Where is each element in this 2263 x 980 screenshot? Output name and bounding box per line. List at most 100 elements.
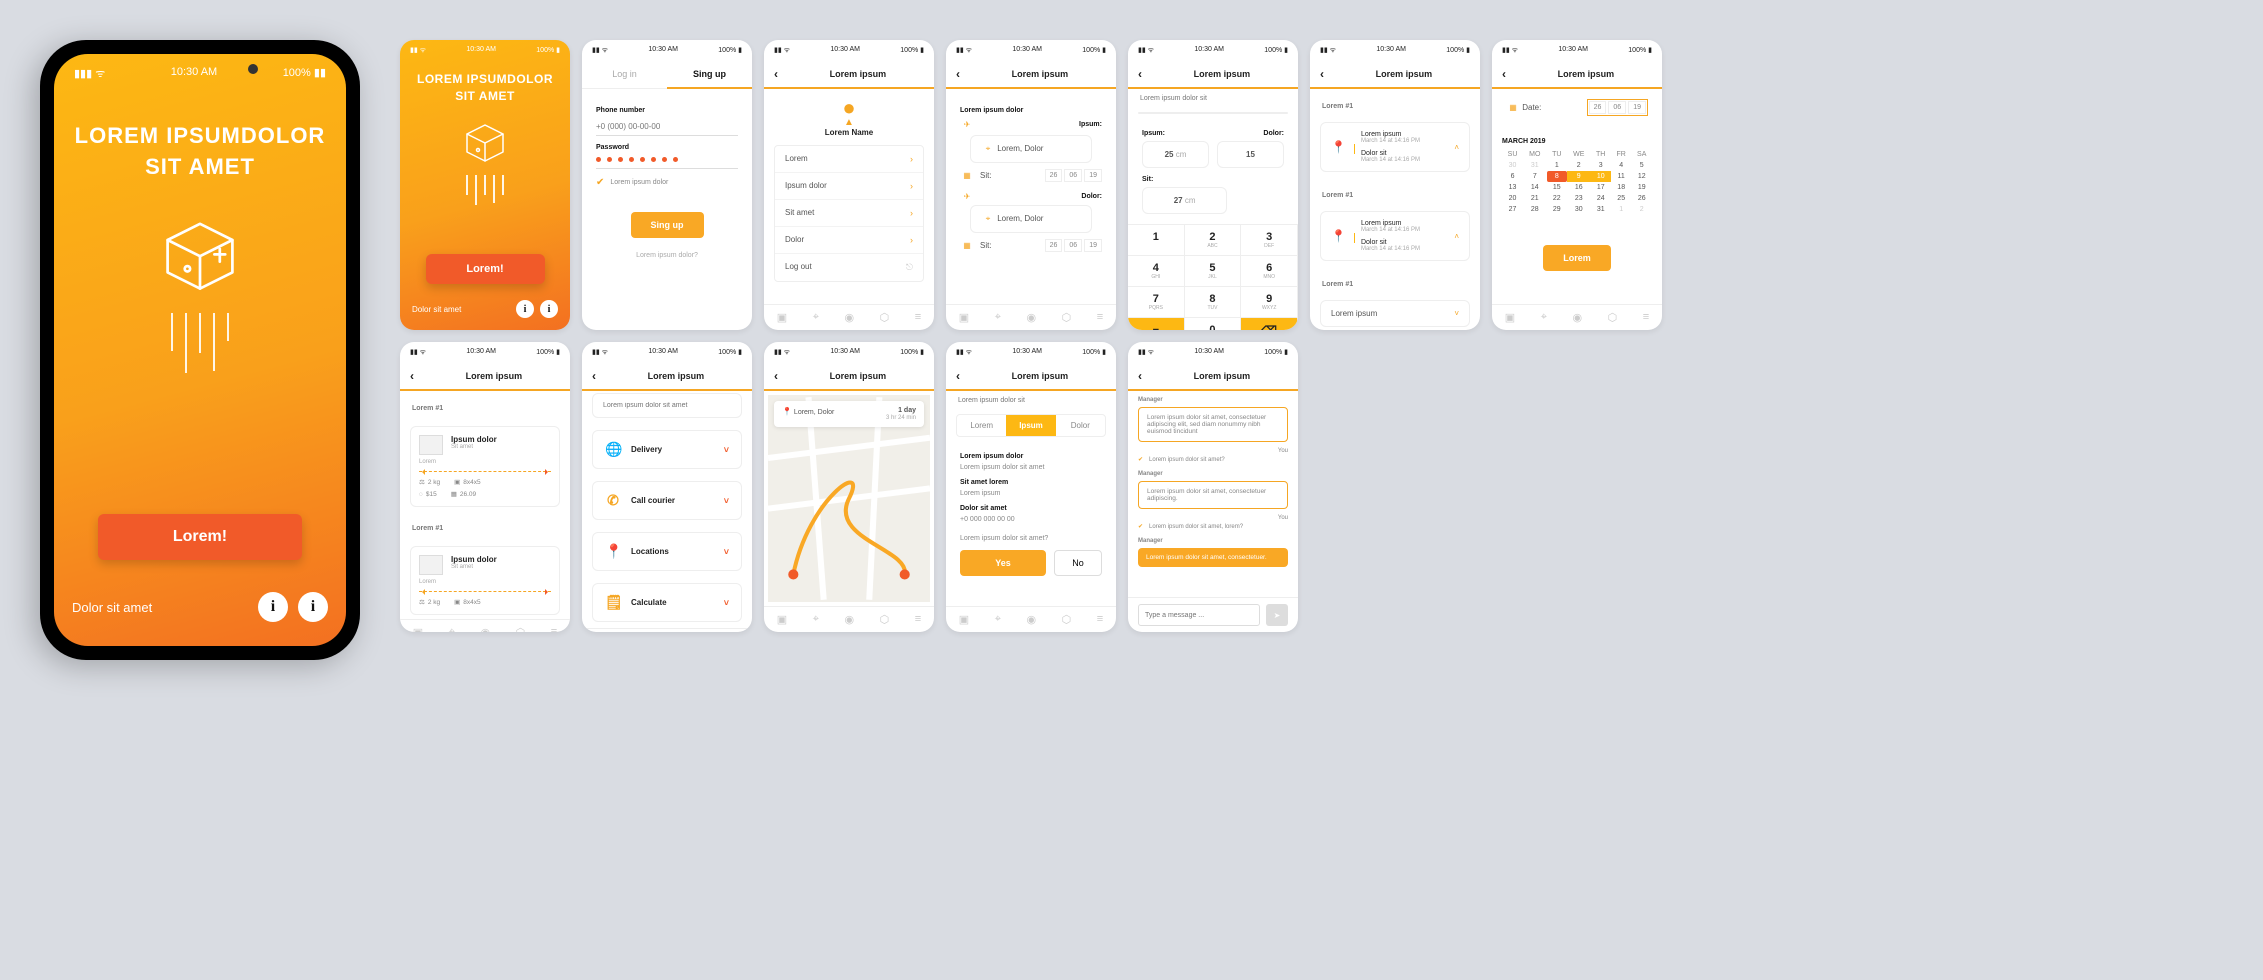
chevron-down-icon: ˅ bbox=[724, 445, 729, 455]
chat-screen: ▮▮ ᯤ10:30 AM100% ▮ ‹Lorem ipsum Manager … bbox=[1128, 342, 1298, 632]
delivery-icon: 🌐 bbox=[605, 441, 621, 458]
date-display[interactable]: 260619 bbox=[1587, 99, 1648, 116]
screens-grid: ▮▮ ᯤ10:30 AM100% ▮ LOREM IPSUMDOLORSIT A… bbox=[400, 40, 1662, 632]
services-screen: ▮▮ ᯤ10:30 AM100% ▮ ‹Lorem ipsum 🌐Deliver… bbox=[582, 342, 752, 632]
measure-screen: ▮▮ ᯤ10:30 AM100% ▮ ‹Lorem ipsum Lorem ip… bbox=[1128, 40, 1298, 330]
tab-signup[interactable]: Sing up bbox=[667, 61, 752, 89]
pin-icon: ⌖ bbox=[981, 144, 995, 154]
nav-bag-icon[interactable]: ▣ bbox=[777, 311, 787, 324]
package-icon bbox=[155, 213, 245, 303]
back-button[interactable]: ‹ bbox=[774, 67, 778, 81]
date-picker[interactable]: 260619 bbox=[1045, 169, 1102, 182]
app-title: LOREM IPSUMDOLORSIT AMET bbox=[400, 71, 570, 105]
message-input[interactable] bbox=[1138, 604, 1260, 626]
signup-button[interactable]: Sing up bbox=[631, 212, 704, 238]
chevron-down-icon: ˅ bbox=[1454, 309, 1459, 318]
confirm-screen: ▮▮ ᯤ10:30 AM100% ▮ ‹Lorem ipsum Lorem ip… bbox=[946, 342, 1116, 632]
phone-label: Phone number bbox=[596, 107, 738, 114]
route-arrow bbox=[419, 471, 551, 472]
profile-screen: ▮▮ ᯤ10:30 AM100% ▮ ‹Lorem ipsum ●▲ Lorem… bbox=[764, 40, 934, 330]
chevron-right-icon: › bbox=[910, 154, 913, 164]
status-battery: 100% ▮▮ bbox=[283, 66, 326, 81]
plane-icon: ✈ bbox=[960, 192, 974, 201]
info-button-2[interactable]: i bbox=[298, 592, 328, 622]
calendar-icon: ▦ bbox=[960, 171, 974, 180]
value-input[interactable]: 25 cm bbox=[1142, 141, 1209, 168]
status-bar: ▮▮ ᯤ10:30 AM100% ▮ bbox=[400, 40, 570, 61]
action-locations[interactable]: 📍Locations˅ bbox=[592, 532, 742, 571]
to-field[interactable]: ⌖ Lorem, Dolor bbox=[970, 205, 1092, 233]
forgot-link[interactable]: Lorem ipsum dolor? bbox=[582, 252, 752, 259]
from-field[interactable]: ⌖ Lorem, Dolor bbox=[970, 135, 1092, 163]
unit-segment[interactable]: inchcmfoot bbox=[1138, 112, 1288, 114]
logout-icon: ⎋ bbox=[906, 262, 913, 273]
nav-pin-icon[interactable]: ⌖ bbox=[813, 311, 819, 324]
signal-icon: ▮▮▮ ᯤ bbox=[74, 66, 105, 81]
logout-item[interactable]: Log out⎋ bbox=[775, 254, 923, 281]
chevron-up-icon: ˄ bbox=[1454, 143, 1459, 152]
pin-icon: 📍 bbox=[605, 543, 621, 560]
app-title: LOREM IPSUMDOLORSIT AMET bbox=[54, 121, 346, 183]
key-backspace[interactable]: ⌫ bbox=[1241, 318, 1298, 330]
footer-text: Dolor sit amet bbox=[72, 600, 152, 615]
splash-screen: ▮▮ ᯤ10:30 AM100% ▮ LOREM IPSUMDOLORSIT A… bbox=[400, 40, 570, 330]
auth-tabs: Log in Sing up bbox=[582, 61, 752, 89]
type-segment[interactable]: LoremIpsumDolor bbox=[956, 414, 1106, 437]
tracking-screen: ▮▮ ᯤ10:30 AM100% ▮ ‹Lorem ipsum Lorem #1… bbox=[1310, 40, 1480, 330]
order-card[interactable]: Ipsum dolorSit amet Lorem ⚖ 2 kg▣ 8x4x5 … bbox=[410, 426, 560, 507]
signup-screen: ▮▮ ᯤ10:30 AM100% ▮ Log in Sing up Phone … bbox=[582, 40, 752, 330]
pin-icon: 📍 bbox=[1331, 140, 1346, 154]
phone-mockup: ▮▮▮ ᯤ 10:30 AM 100% ▮▮ LOREM IPSUMDOLORS… bbox=[40, 40, 360, 660]
package-icon bbox=[419, 435, 443, 455]
motion-trails bbox=[400, 175, 570, 205]
status-time: 10:30 AM bbox=[171, 66, 217, 81]
splash-screen-large: ▮▮▮ ᯤ 10:30 AM 100% ▮▮ LOREM IPSUMDOLORS… bbox=[54, 54, 346, 646]
status-bar: ▮▮▮ ᯤ 10:30 AM 100% ▮▮ bbox=[54, 54, 346, 93]
map-view[interactable]: 📍 Lorem, Dolor 1 day3 hr 24 min bbox=[768, 395, 930, 602]
password-label: Password bbox=[596, 144, 738, 151]
info-button-1[interactable]: i bbox=[258, 592, 288, 622]
nav-box-icon[interactable]: ⬡ bbox=[880, 311, 890, 324]
plane-icon: ✈ bbox=[960, 120, 974, 129]
bottom-nav: ▣ ⌖ ◉ ⬡ ≡ bbox=[764, 304, 934, 330]
map-screen: ▮▮ ᯤ10:30 AM100% ▮ ‹Lorem ipsum 📍 Lorem,… bbox=[764, 342, 934, 632]
key-1[interactable]: 1 bbox=[1128, 225, 1185, 256]
calc-icon: 🗒 bbox=[605, 594, 621, 611]
avatar-icon: ●▲ bbox=[764, 95, 934, 128]
info-button-1[interactable]: i bbox=[516, 300, 534, 318]
action-calculate[interactable]: 🗒Calculate˅ bbox=[592, 583, 742, 622]
nav-user-icon[interactable]: ◉ bbox=[844, 311, 854, 324]
chat-bubble: Lorem ipsum dolor sit amet, consectetuer… bbox=[1138, 407, 1288, 442]
profile-menu: Lorem› Ipsum dolor› Sit amet› Dolor› Log… bbox=[774, 145, 924, 282]
map-info-card: 📍 Lorem, Dolor 1 day3 hr 24 min bbox=[774, 401, 924, 427]
remember-checkbox[interactable]: ✔Lorem ipsum dolor bbox=[596, 177, 738, 188]
no-button[interactable]: No bbox=[1054, 550, 1102, 576]
menu-item[interactable]: Lorem› bbox=[775, 146, 923, 173]
motion-trails bbox=[54, 313, 346, 373]
action-delivery[interactable]: 🌐Delivery˅ bbox=[592, 430, 742, 469]
menu-item[interactable]: Sit amet› bbox=[775, 200, 923, 227]
key-minus[interactable]: − bbox=[1128, 318, 1185, 330]
search-input[interactable] bbox=[592, 393, 742, 418]
phone-input[interactable] bbox=[596, 118, 738, 136]
send-button[interactable]: ➤ bbox=[1266, 604, 1288, 626]
info-button-2[interactable]: i bbox=[540, 300, 558, 318]
user-name: Lorem Name bbox=[764, 128, 934, 137]
nav-menu-icon[interactable]: ≡ bbox=[915, 311, 921, 324]
route-screen: ▮▮ ᯤ10:30 AM100% ▮ ‹Lorem ipsum Lorem ip… bbox=[946, 40, 1116, 330]
menu-item[interactable]: Dolor› bbox=[775, 227, 923, 254]
phone-icon: ✆ bbox=[605, 492, 621, 509]
tab-login[interactable]: Log in bbox=[582, 61, 667, 89]
primary-cta-button[interactable]: Lorem! bbox=[426, 254, 545, 284]
track-card[interactable]: 📍 Lorem ipsumMarch 14 at 14:16 PM Dolor … bbox=[1320, 122, 1470, 172]
calendar-screen: ▮▮ ᯤ10:30 AM100% ▮ ‹Lorem ipsum ▦ Date: … bbox=[1492, 40, 1662, 330]
splash-footer: Dolor sit amet i i bbox=[54, 592, 346, 646]
confirm-date-button[interactable]: Lorem bbox=[1543, 245, 1611, 271]
menu-item[interactable]: Ipsum dolor› bbox=[775, 173, 923, 200]
action-call[interactable]: ✆Call courier˅ bbox=[592, 481, 742, 520]
password-input[interactable] bbox=[596, 157, 738, 162]
primary-cta-button[interactable]: Lorem! bbox=[98, 514, 302, 560]
calendar[interactable]: MARCH 2019 SUMOTUWETHFRSA 303112345 6789… bbox=[1492, 126, 1662, 219]
calendar-icon: ▦ bbox=[1506, 103, 1520, 112]
yes-button[interactable]: Yes bbox=[960, 550, 1046, 576]
